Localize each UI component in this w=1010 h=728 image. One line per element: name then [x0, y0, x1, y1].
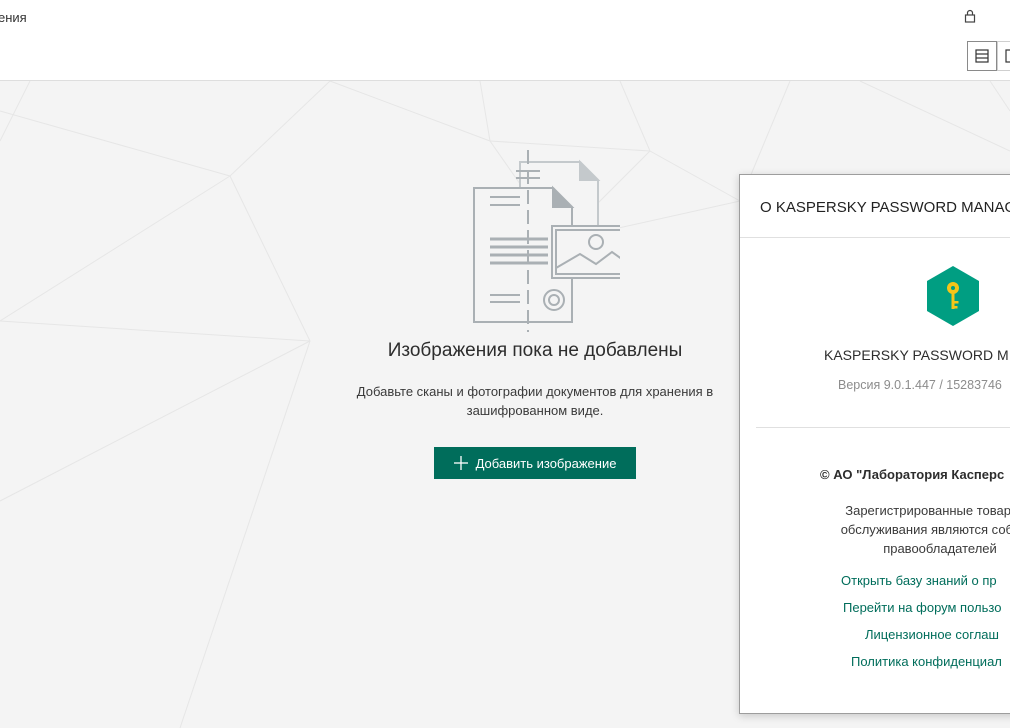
trademark-line: обслуживания являются собстве — [840, 522, 1010, 537]
user-forum-link[interactable]: Перейти на форум пользо — [843, 600, 1001, 615]
trademark-line: правообладателей — [883, 541, 997, 556]
product-name: KASPERSKY PASSWORD M — [824, 347, 1009, 363]
divider — [756, 427, 1010, 428]
empty-state: Изображения пока не добавлены Добавьте с… — [330, 150, 740, 479]
divider — [740, 237, 1010, 238]
empty-state-title: Изображения пока не добавлены — [387, 340, 683, 361]
grid-view-button[interactable] — [997, 41, 1010, 71]
documents-illustration — [473, 150, 620, 332]
add-image-label: Добавить изображение — [475, 455, 617, 471]
trademark-line: Зарегистрированные товарные — [845, 503, 1010, 518]
about-dialog: О KASPERSKY PASSWORD MANAG KASPERSKY PAS… — [739, 174, 1010, 714]
kaspersky-key-icon — [927, 266, 979, 326]
add-image-button[interactable]: Добавить изображение — [433, 447, 637, 479]
list-view-icon — [975, 49, 989, 63]
empty-state-description: Добавьте сканы и фотографии документов д… — [356, 384, 714, 418]
license-agreement-link[interactable]: Лицензионное соглаш — [865, 627, 999, 642]
privacy-policy-link[interactable]: Политика конфиденциал — [851, 654, 1002, 669]
top-bar: ения — [0, 0, 1010, 81]
plus-icon — [453, 456, 468, 470]
trademark-text: Зарегистрированные товарные обслуживания… — [800, 501, 1010, 558]
lock-icon[interactable] — [964, 9, 976, 23]
version-text: Версия 9.0.1.447 / 15283746 — [838, 378, 1002, 392]
knowledge-base-link[interactable]: Открыть базу знаний о пр — [841, 573, 997, 588]
dialog-title: О KASPERSKY PASSWORD MANAG — [760, 199, 1010, 216]
section-title: ения — [0, 10, 27, 25]
copyright-text: © АО "Лаборатория Касперс — [820, 467, 1005, 482]
list-view-button[interactable] — [967, 41, 997, 71]
grid-view-icon — [1005, 49, 1010, 63]
